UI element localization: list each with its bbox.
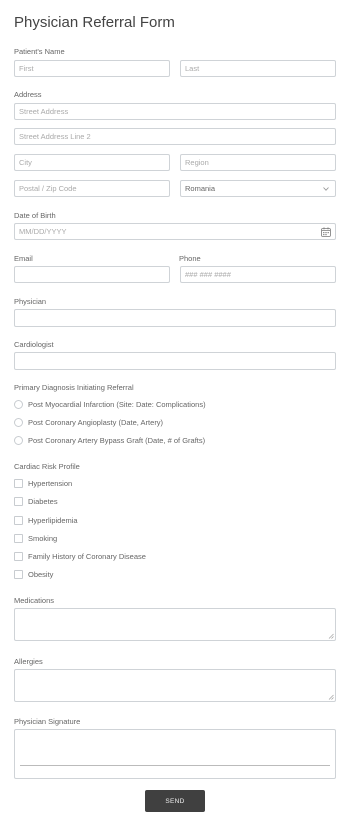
- diagnosis-option-label: Post Coronary Artery Bypass Graft (Date,…: [28, 435, 206, 445]
- risk-option-label: Diabetes: [28, 496, 58, 506]
- postal-code-input[interactable]: Postal / Zip Code: [14, 180, 170, 197]
- checkbox[interactable]: [14, 569, 23, 579]
- calendar-icon[interactable]: [321, 226, 331, 237]
- diagnosis-option-label: Post Myocardial Infarction (Site: Date: …: [28, 399, 206, 409]
- cardiologist-input[interactable]: [14, 352, 336, 370]
- resize-handle-icon[interactable]: [328, 633, 334, 639]
- phone-input[interactable]: ### ### ####: [180, 266, 336, 283]
- risk-option[interactable]: Family History of Coronary Disease: [14, 551, 146, 561]
- risk-option[interactable]: Diabetes: [14, 496, 58, 506]
- checkbox[interactable]: [14, 515, 23, 525]
- signature-pad[interactable]: [14, 729, 336, 779]
- physician-input[interactable]: [14, 309, 336, 327]
- address-label: Address: [14, 90, 42, 99]
- radio-button[interactable]: [14, 399, 23, 409]
- email-label: Email: [14, 254, 33, 263]
- city-input[interactable]: City: [14, 154, 170, 171]
- cardiologist-label: Cardiologist: [14, 340, 54, 349]
- form-title: Physician Referral Form: [14, 14, 175, 31]
- physician-label: Physician: [14, 297, 47, 306]
- dob-placeholder: MM/DD/YYYY: [19, 227, 67, 236]
- dob-label: Date of Birth: [14, 211, 56, 220]
- risk-option[interactable]: Obesity: [14, 569, 53, 579]
- checkbox[interactable]: [14, 533, 23, 543]
- risk-option[interactable]: Hyperlipidemia: [14, 515, 78, 525]
- street-address-line2-input[interactable]: Street Address Line 2: [14, 128, 336, 145]
- first-name-input[interactable]: First: [14, 60, 170, 77]
- country-select[interactable]: Romania: [180, 180, 336, 197]
- diagnosis-option[interactable]: Post Coronary Artery Bypass Graft (Date,…: [14, 435, 205, 445]
- medications-textarea[interactable]: [14, 608, 336, 641]
- diagnosis-label: Primary Diagnosis Initiating Referral: [14, 383, 134, 392]
- signature-line: [20, 765, 330, 766]
- risk-option-label: Obesity: [28, 569, 54, 579]
- diagnosis-option[interactable]: Post Coronary Angioplasty (Date, Artery): [14, 417, 163, 427]
- signature-label: Physician Signature: [14, 717, 81, 726]
- patient-name-label: Patient's Name: [14, 47, 65, 56]
- diagnosis-option[interactable]: Post Myocardial Infarction (Site: Date: …: [14, 399, 206, 409]
- checkbox[interactable]: [14, 496, 23, 506]
- checkbox[interactable]: [14, 551, 23, 561]
- checkbox[interactable]: [14, 478, 23, 488]
- phone-label: Phone: [179, 254, 201, 263]
- chevron-down-icon: [323, 186, 329, 191]
- email-input[interactable]: [14, 266, 170, 283]
- risk-option-label: Hypertension: [28, 478, 73, 488]
- country-select-value: Romania: [185, 184, 216, 193]
- medications-label: Medications: [14, 596, 55, 605]
- allergies-textarea[interactable]: [14, 669, 336, 702]
- risk-profile-label: Cardiac Risk Profile: [14, 462, 80, 471]
- risk-option-label: Hyperlipidemia: [28, 515, 78, 525]
- risk-option-label: Smoking: [28, 533, 58, 543]
- risk-option[interactable]: Hypertension: [14, 478, 72, 488]
- risk-option-label: Family History of Coronary Disease: [28, 551, 146, 561]
- allergies-label: Allergies: [14, 657, 43, 666]
- radio-button[interactable]: [14, 435, 23, 445]
- dob-input[interactable]: MM/DD/YYYY: [14, 223, 336, 240]
- resize-handle-icon[interactable]: [328, 694, 334, 700]
- street-address-input[interactable]: Street Address: [14, 103, 336, 120]
- risk-option[interactable]: Smoking: [14, 533, 57, 543]
- last-name-input[interactable]: Last: [180, 60, 336, 77]
- diagnosis-option-label: Post Coronary Angioplasty (Date, Artery): [28, 417, 164, 427]
- send-button[interactable]: SEND: [145, 790, 205, 812]
- radio-button[interactable]: [14, 417, 23, 427]
- region-input[interactable]: Region: [180, 154, 336, 171]
